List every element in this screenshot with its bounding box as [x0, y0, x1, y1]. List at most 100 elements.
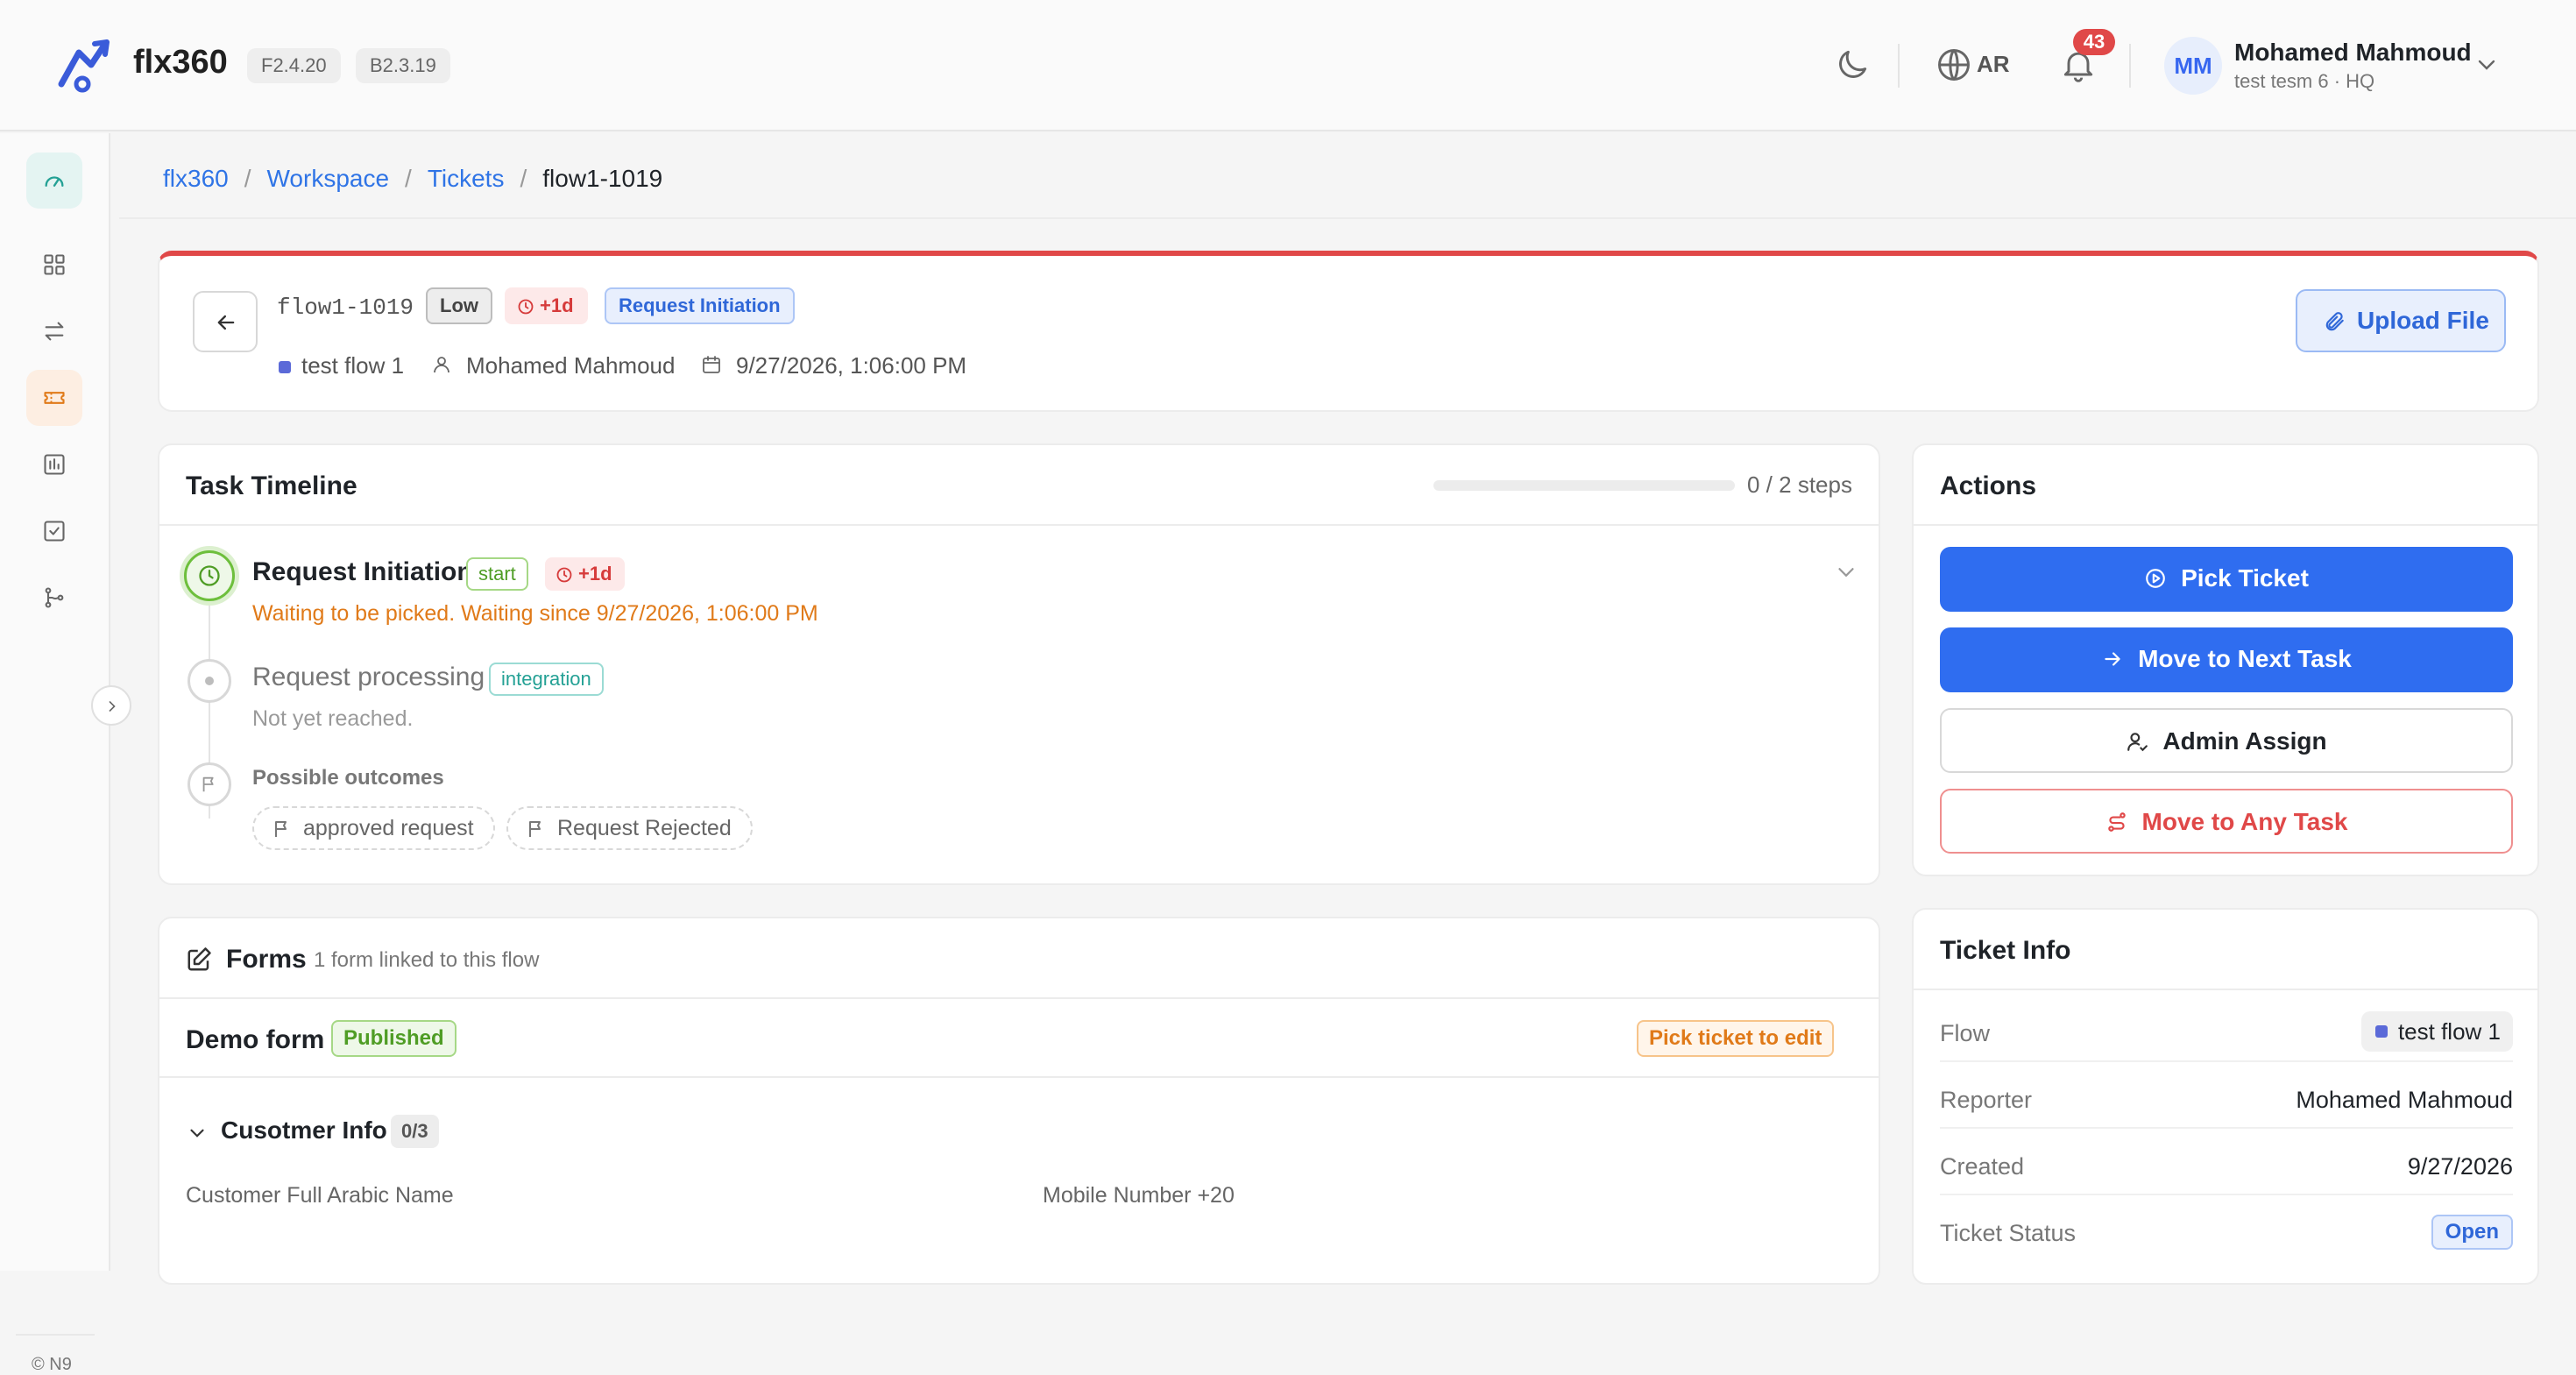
actions-title: Actions: [1940, 471, 2037, 500]
arrows-exchange-icon: [45, 322, 64, 341]
ticket-flow: test flow 1: [301, 352, 405, 379]
info-row-reporter: Reporter Mohamed Mahmoud: [1940, 1087, 2513, 1113]
step-status-node-pending: [188, 659, 231, 703]
logo-icon[interactable]: [53, 35, 116, 98]
outcomes-node: [188, 762, 231, 806]
card-divider: [1914, 524, 2537, 526]
sidebar-footer: © N9: [32, 1355, 72, 1374]
step-status-text: Waiting to be picked. Waiting since 9/27…: [252, 601, 818, 626]
card-divider: [159, 524, 1879, 526]
ticket-info-title: Ticket Info: [1940, 936, 2071, 965]
avatar[interactable]: MM: [2164, 37, 2222, 95]
ticket-header-card: flow1-1019 Low +1d Request Initiation te…: [158, 251, 2539, 412]
dark-mode-moon-icon[interactable]: [1833, 46, 1872, 84]
toolbar-divider: [2129, 44, 2131, 88]
clock-icon: [199, 565, 220, 586]
flow-color-dot: [279, 361, 291, 373]
step-type-badge: start: [466, 557, 528, 591]
flag-icon: [529, 821, 541, 837]
arrow-right-icon: [2105, 652, 2120, 666]
arrow-left-icon: [217, 315, 235, 330]
clock-icon: [518, 299, 534, 315]
app-title: flx360: [133, 44, 228, 81]
status-badge: Open: [2431, 1215, 2513, 1250]
chevron-down-icon[interactable]: [1833, 559, 1859, 585]
notification-count-badge: 43: [2073, 29, 2115, 55]
forms-card: Forms 1 form linked to this flow Demo fo…: [158, 917, 1880, 1285]
route-icon: [2107, 812, 2126, 832]
form-section-title[interactable]: Cusotmer Info: [221, 1116, 387, 1145]
sidebar-item-reports[interactable]: [26, 436, 82, 493]
flag-icon: [275, 821, 287, 837]
field-label: Mobile Number +20: [1043, 1183, 1235, 1208]
step-title: Request Initiation: [252, 557, 473, 586]
step-title: Request processing: [252, 663, 485, 691]
steps-progress-bar: [1433, 480, 1735, 491]
sidebar-expand-button[interactable]: [91, 685, 131, 726]
form-name: Demo form: [186, 1025, 325, 1054]
sidebar-item-apps[interactable]: [26, 237, 82, 293]
forms-subtitle: 1 form linked to this flow: [314, 948, 540, 972]
ticket-info-card: Ticket Info Flow test flow 1 Reporter Mo…: [1912, 908, 2539, 1285]
upload-file-button[interactable]: Upload File: [2296, 289, 2506, 352]
field-label: Customer Full Arabic Name: [186, 1183, 454, 1208]
sidebar-divider: [16, 1334, 95, 1336]
flag-icon: [202, 776, 214, 792]
step-status-text: Not yet reached.: [252, 706, 414, 731]
info-row-status: Ticket Status Open: [1940, 1209, 2513, 1253]
chevron-down-icon[interactable]: [186, 1122, 209, 1145]
outcome-chip: approved request: [252, 806, 495, 850]
sidebar-item-flows[interactable]: [26, 570, 82, 626]
globe-icon[interactable]: [1935, 46, 1973, 84]
actions-card: Actions Pick Ticket Move to Next Task Ad…: [1912, 443, 2539, 876]
git-branch-icon: [45, 587, 64, 608]
calendar-icon: [703, 356, 720, 373]
move-any-task-button[interactable]: Move to Any Task: [1940, 789, 2513, 854]
task-timeline-card: Task Timeline 0 / 2 steps Request Initia…: [158, 443, 1880, 885]
breadcrumb: flx360/Workspace / Tickets / flow1-1019: [163, 165, 663, 192]
grid-icon: [44, 254, 65, 275]
overdue-badge: +1d: [505, 287, 588, 324]
breadcrumb-current: flow1-1019: [542, 165, 663, 192]
ticket-reporter: Mohamed Mahmoud: [431, 352, 675, 379]
sidebar-item-tickets[interactable]: [26, 370, 82, 426]
outcome-chip: Request Rejected: [506, 806, 753, 850]
toolbar-divider: [1898, 44, 1900, 88]
breadcrumb-item-home[interactable]: flx360: [163, 165, 229, 192]
ticket-icon: [44, 392, 65, 404]
forms-title: Forms: [226, 945, 307, 974]
language-toggle[interactable]: AR: [1977, 51, 2010, 78]
pick-to-edit-badge: Pick ticket to edit: [1637, 1020, 1835, 1057]
form-status-badge: Published: [331, 1020, 456, 1057]
chevron-down-icon[interactable]: [2473, 51, 2501, 79]
ticket-code: flow1-1019: [277, 294, 414, 321]
backend-version-badge: B2.3.19: [356, 48, 450, 83]
user-org: test tesm 6 · HQ: [2234, 70, 2375, 92]
timeline-title: Task Timeline: [186, 471, 357, 500]
frontend-version-badge: F2.4.20: [247, 48, 341, 83]
checkbox-icon: [44, 521, 65, 542]
info-row-flow: Flow test flow 1: [1940, 1010, 2513, 1053]
clock-icon: [556, 567, 572, 583]
info-row-created: Created 9/27/2026: [1940, 1153, 2513, 1180]
flow-pill: test flow 1: [2360, 1011, 2513, 1052]
steps-progress-label: 0 / 2 steps: [1747, 471, 1852, 498]
top-bar: flx360 F2.4.20 B2.3.19 AR 43 MM Mohamed …: [0, 0, 2576, 131]
outcomes-title: Possible outcomes: [252, 766, 444, 790]
form-section-count: 0/3: [391, 1115, 439, 1148]
breadcrumb-item-tickets[interactable]: Tickets: [428, 165, 505, 192]
paperclip-icon: [2325, 312, 2344, 331]
user-assign-icon: [2127, 732, 2148, 751]
ticket-created: 9/27/2026, 1:06:00 PM: [701, 352, 966, 379]
back-button[interactable]: [193, 291, 258, 352]
user-name[interactable]: Mohamed Mahmoud: [2234, 39, 2472, 67]
admin-assign-button[interactable]: Admin Assign: [1940, 708, 2513, 773]
sidebar-item-tasks[interactable]: [26, 503, 82, 559]
sidebar-item-dashboard[interactable]: [26, 152, 82, 209]
step-type-badge: integration: [489, 663, 604, 696]
play-circle-icon: [2146, 568, 2165, 588]
sidebar-item-transfers[interactable]: [26, 303, 82, 359]
pick-ticket-button[interactable]: Pick Ticket: [1940, 547, 2513, 612]
move-next-task-button[interactable]: Move to Next Task: [1940, 627, 2513, 692]
breadcrumb-item-workspace[interactable]: Workspace: [267, 165, 390, 192]
